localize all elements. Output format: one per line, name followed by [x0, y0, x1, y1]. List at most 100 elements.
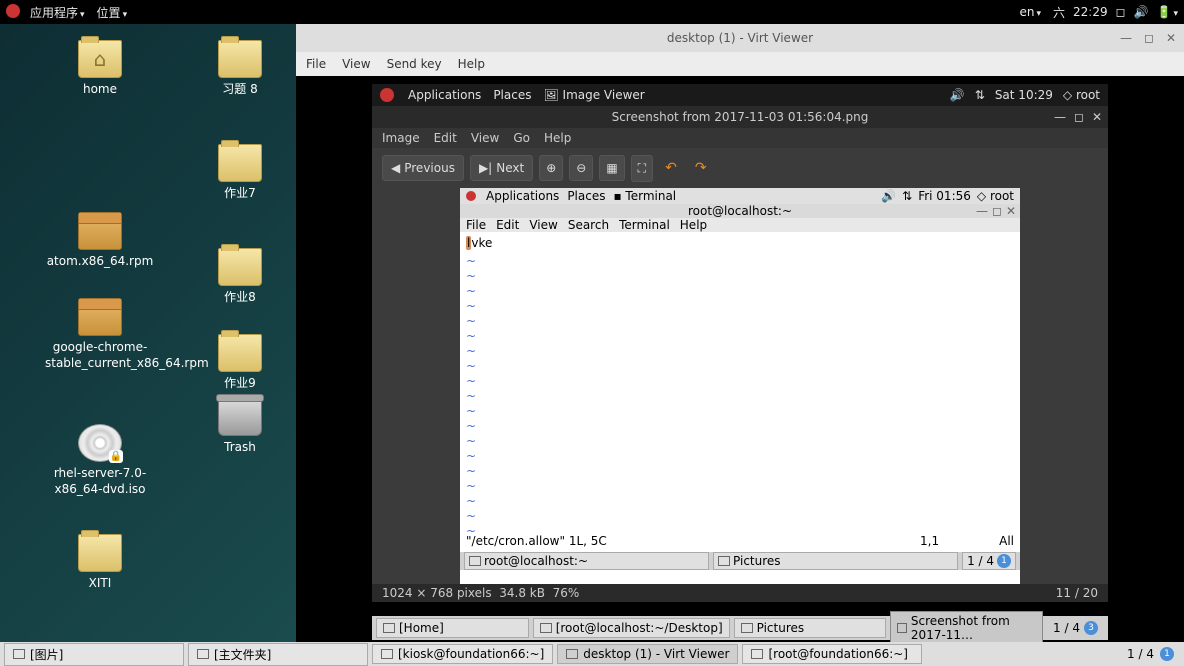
virt-viewer-window: desktop (1) - Virt Viewer — ◻ ✕ File Vie…: [296, 24, 1184, 642]
battery-icon[interactable]: 🔋: [1157, 5, 1178, 19]
iv-statusbar: 1024 × 768 pixels 34.8 kB 76% 11 / 20: [372, 584, 1108, 602]
iv-dims: 1024 × 768 pixels: [382, 586, 492, 600]
image-viewer-window: Screenshot from 2017-11-03 01:56:04.png …: [372, 106, 1108, 602]
host-taskbar: [图片] [主文件夹] [kiosk@foundation66:~] deskt…: [0, 642, 1184, 666]
iv-title-text: Screenshot from 2017-11-03 01:56:04.png: [612, 110, 869, 124]
guest-applications[interactable]: Applications: [408, 88, 481, 102]
iv-close[interactable]: ✕: [1092, 110, 1102, 124]
menu-help[interactable]: Help: [458, 57, 485, 71]
rotate-right-button[interactable]: ↷: [689, 155, 713, 181]
zoom-fit-button[interactable]: ⛶: [631, 155, 653, 182]
m-view: View: [529, 218, 557, 232]
iv-menu-image[interactable]: Image: [382, 131, 420, 145]
guest-task-home[interactable]: [Home]: [376, 618, 529, 638]
chrome-rpm[interactable]: google-chrome-stable_current_x86_64.rpm: [40, 298, 160, 371]
virt-menubar: File View Send key Help: [296, 52, 1184, 76]
guest-task-screenshot[interactable]: Screenshot from 2017-11…: [890, 611, 1043, 645]
lang-indicator[interactable]: en: [1015, 5, 1045, 19]
applications-menu[interactable]: 应用程序: [26, 4, 89, 21]
term-text: vke: [471, 236, 492, 250]
inner-terminal-titlebar: root@localhost:~ —◻✕: [460, 204, 1020, 218]
window-title: desktop (1) - Virt Viewer: [667, 31, 813, 45]
zoom-out-button[interactable]: ⊖: [569, 155, 593, 181]
next-button[interactable]: ▶| Next: [470, 155, 533, 181]
redhat-icon: [380, 88, 394, 102]
inner-panel: Applications Places ▪ Terminal 🔊 ⇅ Fri 0…: [460, 188, 1020, 204]
iv-maximize[interactable]: ◻: [1074, 110, 1084, 124]
zoom-normal-button[interactable]: ▦: [599, 155, 624, 181]
menu-view[interactable]: View: [342, 57, 370, 71]
maximize-button[interactable]: ◻: [1144, 31, 1154, 45]
inner-task-pictures: Pictures: [713, 552, 958, 570]
m-edit: Edit: [496, 218, 519, 232]
rhel-iso[interactable]: rhel-server-7.0-x86_64-dvd.iso: [40, 424, 160, 497]
folder-zuoye8[interactable]: 作业8: [180, 248, 300, 306]
time-label[interactable]: 22:29: [1073, 5, 1108, 19]
guest-task-pictures[interactable]: Pictures: [734, 618, 887, 638]
guest-user[interactable]: ◇ root: [1063, 88, 1100, 102]
menu-file[interactable]: File: [306, 57, 326, 71]
inner-task-terminal: root@localhost:~: [464, 552, 709, 570]
home-folder[interactable]: home: [40, 40, 160, 98]
prev-button[interactable]: ◀ Previous: [382, 155, 464, 181]
trash[interactable]: Trash: [180, 398, 300, 456]
task-virt-viewer[interactable]: desktop (1) - Virt Viewer: [557, 644, 738, 664]
vim-tildes: ~~~~~~~~~~~~~~~~~~~: [466, 254, 476, 539]
virt-titlebar[interactable]: desktop (1) - Virt Viewer — ◻ ✕: [296, 24, 1184, 52]
guest-top-panel: Applications Places 🖼 Image Viewer 🔊 ⇅ S…: [372, 84, 1108, 106]
guest-imageviewer-button[interactable]: 🖼 Image Viewer: [543, 88, 644, 102]
folder-zuoye9[interactable]: 作业9: [180, 334, 300, 392]
inner-terminal-menu: File Edit View Search Terminal Help: [460, 218, 1020, 232]
task-kiosk-terminal[interactable]: [kiosk@foundation66:~]: [372, 644, 553, 664]
inner-pager: 1 / 4 1: [962, 552, 1016, 570]
inner-applications: Applications: [486, 189, 559, 203]
places-menu[interactable]: 位置: [93, 4, 132, 21]
iv-menu-edit[interactable]: Edit: [434, 131, 457, 145]
iv-page: 11 / 20: [1056, 586, 1098, 600]
guest-pager[interactable]: 1 / 4 3: [1047, 619, 1104, 637]
m-terminal: Terminal: [619, 218, 670, 232]
volume-icon[interactable]: 🔊: [1134, 5, 1149, 19]
status-pos: 1,1: [920, 534, 939, 548]
guest-places[interactable]: Places: [493, 88, 531, 102]
guest-taskbar: [Home] [root@localhost:~/Desktop] Pictur…: [372, 616, 1108, 640]
network-icon[interactable]: ⇅: [975, 88, 985, 102]
redhat-icon: [466, 191, 476, 201]
folder-zuoye7[interactable]: 作业7: [180, 144, 300, 202]
rotate-left-button[interactable]: ↶: [659, 155, 683, 181]
task-home[interactable]: [主文件夹]: [188, 643, 368, 666]
zoom-in-button[interactable]: ⊕: [539, 155, 563, 181]
close-button[interactable]: ✕: [1166, 31, 1176, 45]
task-root-terminal[interactable]: [root@foundation66:~]: [742, 644, 922, 664]
iv-menu-view[interactable]: View: [471, 131, 499, 145]
inner-time: Fri 01:56: [918, 189, 971, 203]
guest-task-terminal[interactable]: [root@localhost:~/Desktop]: [533, 618, 730, 638]
inner-terminal-btn: ▪ Terminal: [613, 189, 676, 203]
status-file: "/etc/cron.allow" 1L, 5C: [466, 534, 607, 548]
accessibility-icon[interactable]: ◻: [1116, 5, 1126, 19]
iv-size: 34.8 kB: [499, 586, 545, 600]
iv-minimize[interactable]: —: [1054, 110, 1066, 124]
iv-titlebar[interactable]: Screenshot from 2017-11-03 01:56:04.png …: [372, 106, 1108, 128]
minimize-button[interactable]: —: [1120, 31, 1132, 45]
guest-time[interactable]: Sat 10:29: [995, 88, 1053, 102]
status-mode: All: [999, 534, 1014, 548]
vim-statusline: "/etc/cron.allow" 1L, 5C 1,1 All: [466, 534, 1014, 548]
xiti-folder[interactable]: XITI: [40, 534, 160, 592]
volume-icon[interactable]: 🔊: [950, 88, 965, 102]
inner-title-text: root@localhost:~: [688, 204, 792, 218]
iv-menu-go[interactable]: Go: [513, 131, 530, 145]
task-pictures[interactable]: [图片]: [4, 643, 184, 666]
folder-xiti8[interactable]: 习题 8: [180, 40, 300, 98]
day-label: 六: [1053, 4, 1065, 21]
iv-menu-help[interactable]: Help: [544, 131, 571, 145]
m-search: Search: [568, 218, 609, 232]
inner-places: Places: [567, 189, 605, 203]
menu-sendkey[interactable]: Send key: [387, 57, 442, 71]
atom-rpm[interactable]: atom.x86_64.rpm: [40, 212, 160, 270]
iv-toolbar: ◀ Previous ▶| Next ⊕ ⊖ ▦ ⛶ ↶ ↷: [372, 148, 1108, 188]
iv-menubar: Image Edit View Go Help: [372, 128, 1108, 148]
host-pager[interactable]: 1 / 4 1: [1121, 647, 1180, 661]
m-file: File: [466, 218, 486, 232]
inner-user: ◇ root: [977, 189, 1014, 203]
